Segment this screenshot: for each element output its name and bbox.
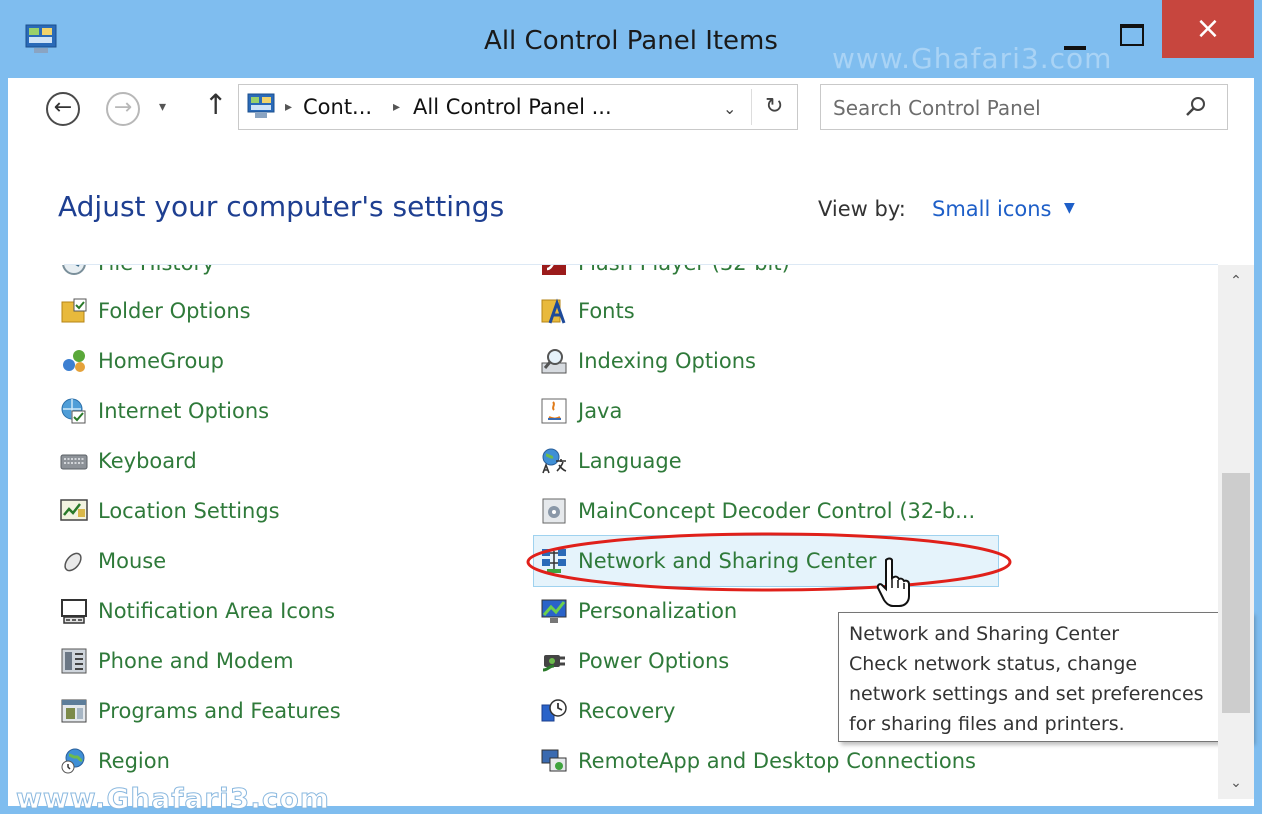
language-icon <box>542 448 567 474</box>
breadcrumb-item-all-control-panel[interactable]: All Control Panel ... <box>413 93 612 121</box>
forward-button[interactable]: → <box>106 92 140 126</box>
java-icon <box>541 398 567 424</box>
tooltip-line: Check network status, change <box>849 653 1138 675</box>
scroll-down-button[interactable]: ⌄ <box>1218 775 1254 791</box>
control-panel-item[interactable]: Notification Area Icons <box>60 591 335 631</box>
scroll-up-button[interactable]: ⌃ <box>1218 273 1254 289</box>
address-dropdown-button[interactable]: ⌄ <box>723 95 736 123</box>
recovery-icon <box>541 699 567 722</box>
mouse-icon <box>64 552 82 572</box>
control-panel-item[interactable]: Region <box>60 741 170 781</box>
minimize-button[interactable] <box>1058 18 1092 58</box>
maximize-button[interactable] <box>1110 18 1154 58</box>
title-bar[interactable]: All Control Panel Items www.Ghafari3.com… <box>0 0 1262 78</box>
control-panel-item[interactable]: MainConcept Decoder Control (32-b... <box>540 491 975 531</box>
control-panel-item[interactable]: RemoteApp and Desktop Connections <box>540 741 976 781</box>
control-panel-item[interactable]: Location Settings <box>60 491 280 531</box>
control-panel-icon <box>247 93 275 118</box>
highlight-ring <box>526 532 1012 592</box>
breadcrumb-item-control-panel[interactable]: Cont... <box>303 93 372 121</box>
control-panel-item[interactable]: Personalization <box>540 591 737 631</box>
tooltip-line: network settings and set preferences <box>849 683 1204 705</box>
search-input[interactable] <box>831 91 1165 125</box>
region-icon <box>61 748 85 774</box>
close-button[interactable]: × <box>1162 0 1254 58</box>
scroll-thumb[interactable] <box>1222 473 1250 713</box>
indexing-options-icon <box>541 349 567 374</box>
search-box[interactable] <box>820 84 1228 130</box>
internet-options-icon <box>61 398 86 424</box>
view-by-label: View by: <box>818 197 906 221</box>
control-panel-item[interactable]: Fonts <box>540 291 635 331</box>
watermark-text: www.Ghafari3.com <box>16 782 330 815</box>
control-panel-item[interactable]: Mouse <box>60 541 166 581</box>
chevron-down-icon[interactable]: ▼ <box>1064 200 1075 216</box>
tooltip-title: Network and Sharing Center <box>849 623 1120 645</box>
recent-locations-button[interactable]: ▾ <box>159 92 166 122</box>
address-bar[interactable]: ▸ Cont... ▸ All Control Panel ... ⌄ ↻ <box>238 84 798 130</box>
control-panel-item[interactable]: File History <box>60 265 215 283</box>
flash-player-icon <box>542 265 566 275</box>
control-panel-item[interactable]: Folder Options <box>60 291 251 331</box>
control-panel-item[interactable]: Indexing Options <box>540 341 756 381</box>
page-title: Adjust your computer's settings <box>58 190 505 223</box>
search-icon[interactable] <box>1185 96 1207 118</box>
homegroup-icon <box>63 350 85 372</box>
remoteapp-icon <box>541 749 567 772</box>
address-divider <box>751 89 752 125</box>
hand-cursor-icon <box>876 557 910 607</box>
breadcrumb-separator: ▸ <box>285 99 293 115</box>
personalization-icon <box>541 599 567 623</box>
programs-features-icon <box>61 699 87 723</box>
power-options-icon <box>542 655 565 672</box>
control-panel-item[interactable]: Recovery <box>540 691 675 731</box>
back-button[interactable]: ← <box>46 92 80 126</box>
control-panel-item[interactable]: HomeGroup <box>60 341 224 381</box>
breadcrumb-separator: ▸ <box>393 99 401 115</box>
refresh-button[interactable]: ↻ <box>765 93 783 121</box>
up-button[interactable]: ↑ <box>204 88 227 122</box>
vertical-scrollbar[interactable]: ⌃ ⌄ <box>1218 265 1254 799</box>
mainconcept-icon <box>542 498 566 524</box>
control-panel-item[interactable]: Programs and Features <box>60 691 341 731</box>
keyboard-icon <box>60 454 88 470</box>
control-panel-item[interactable]: Power Options <box>540 641 729 681</box>
control-panel-item[interactable]: Keyboard <box>60 441 197 481</box>
control-panel-item[interactable]: Language <box>540 441 682 481</box>
tooltip-line: for sharing files and printers. <box>849 713 1125 735</box>
notification-area-icon <box>61 599 87 624</box>
control-panel-item[interactable]: Internet Options <box>60 391 269 431</box>
tooltip: Network and Sharing Center Check network… <box>838 612 1252 742</box>
control-panel-item[interactable]: Java <box>540 391 622 431</box>
fonts-icon <box>541 298 566 324</box>
navigation-bar: ← → ▾ ↑ ▸ Cont... ▸ All Control Panel ..… <box>8 78 1254 140</box>
phone-modem-icon <box>61 648 87 674</box>
folder-options-icon <box>61 298 87 323</box>
view-by-dropdown[interactable]: Small icons <box>932 197 1051 221</box>
file-history-icon <box>62 265 86 275</box>
location-settings-icon <box>60 499 88 521</box>
control-panel-item[interactable]: Phone and Modem <box>60 641 294 681</box>
control-panel-item[interactable]: Flash Player (32-bit) <box>540 265 790 283</box>
